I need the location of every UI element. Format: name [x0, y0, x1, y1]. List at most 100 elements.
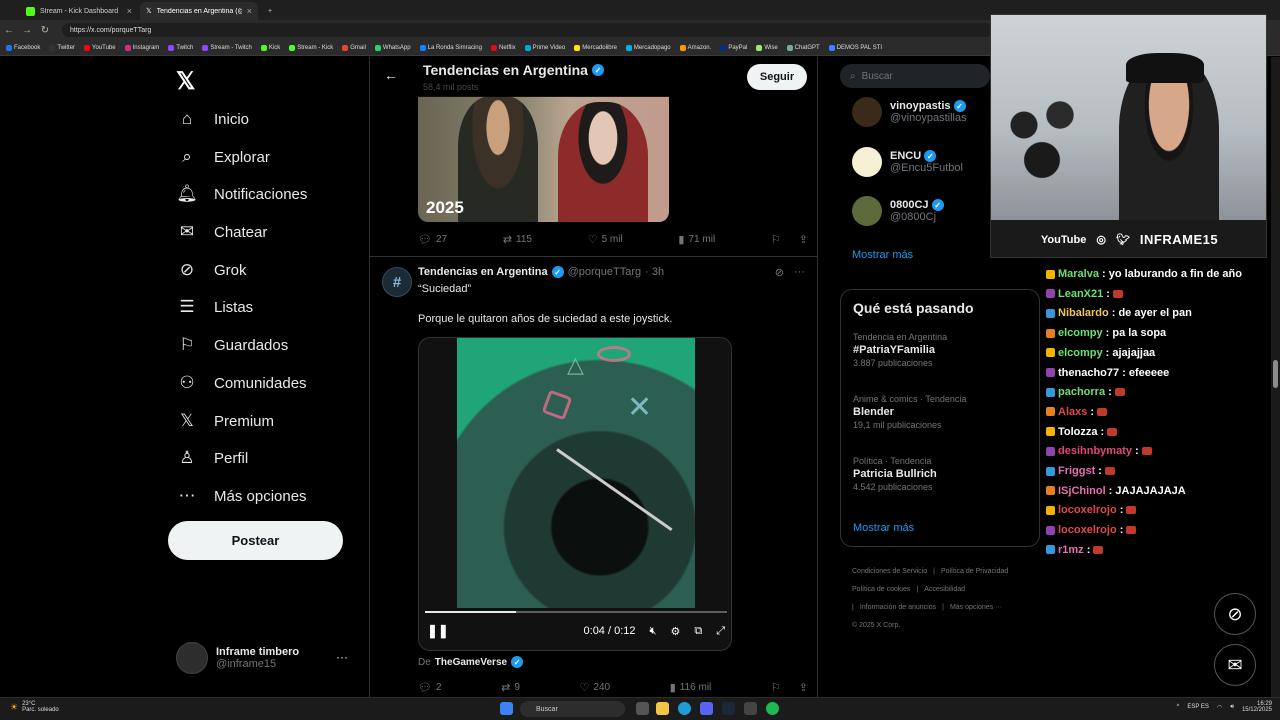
bookmark-item[interactable]: Mercadopago: [625, 44, 671, 51]
bookmark-item[interactable]: ChatGPT: [786, 44, 820, 51]
nav-item-chatear[interactable]: ✉ Chatear: [176, 222, 268, 242]
bookmark-item[interactable]: Amazon.: [679, 44, 711, 51]
forward-icon[interactable]: →: [18, 25, 36, 36]
discord-icon[interactable]: [700, 702, 713, 715]
trend-item[interactable]: Tendencia en Argentina #PatriaYFamilia 3.8…: [853, 332, 947, 368]
bookmark-item[interactable]: La Ronda Simracing: [419, 44, 482, 51]
chat-username[interactable]: pachorra: [1058, 386, 1105, 398]
chat-username[interactable]: Alaxs: [1058, 406, 1087, 418]
back-icon[interactable]: ←: [0, 25, 18, 36]
wifi-icon[interactable]: ◠: [1217, 704, 1222, 711]
views-button[interactable]: ▮ 71 mil: [678, 233, 715, 246]
x-logo-icon[interactable]: 𝕏: [176, 67, 195, 96]
bookmark-button[interactable]: ⚐ ⇪: [771, 233, 808, 246]
search-input[interactable]: ⌕ Buscar: [840, 64, 990, 88]
trends-show-more-link[interactable]: Mostrar más: [853, 522, 914, 534]
clock[interactable]: 16:29 15/12/2025: [1242, 701, 1272, 713]
weather-widget[interactable]: ☀ 23°C Parc. soleado: [10, 701, 59, 713]
chat-username[interactable]: LeanX21: [1058, 288, 1103, 300]
taskbar-search[interactable]: Buscar: [520, 701, 625, 717]
bookmark-item[interactable]: WhatsApp: [374, 44, 411, 51]
chat-username[interactable]: elcompy: [1058, 347, 1103, 359]
follow-button[interactable]: Seguir: [747, 64, 807, 90]
steam-icon[interactable]: [722, 702, 735, 715]
tray-arrow-icon[interactable]: ^: [1177, 704, 1180, 710]
app-icon[interactable]: [744, 702, 757, 715]
scrollbar-thumb[interactable]: [1273, 360, 1278, 388]
close-tab-icon[interactable]: ×: [247, 6, 252, 16]
bookmark-item[interactable]: Prime Video: [524, 44, 565, 51]
nav-item-comunidades[interactable]: ⚇ Comunidades: [176, 373, 306, 393]
views-button[interactable]: ▮ 116 mil: [670, 681, 712, 694]
like-button[interactable]: ♡ 5 mil: [588, 233, 623, 246]
trend-item[interactable]: Anime & comics · Tendencia Blender 19,1 mi…: [853, 394, 966, 430]
chat-username[interactable]: Nibalardo: [1058, 307, 1109, 319]
who-to-follow-item[interactable]: vinoypastis ✓ @vinoypastillas: [852, 97, 967, 127]
bookmark-item[interactable]: YouTube: [84, 44, 116, 51]
footer-link[interactable]: Condiciones de Servicio: [852, 568, 927, 575]
bookmark-item[interactable]: Stream - Kick: [289, 44, 333, 51]
footer-link[interactable]: Política de Privacidad: [941, 568, 1008, 575]
post-button[interactable]: Postear: [168, 521, 343, 560]
settings-icon[interactable]: ⚙: [670, 625, 680, 638]
url-field[interactable]: https://x.com/porqueTTarg: [62, 23, 992, 37]
account-switcher[interactable]: Inframe timbero @inframe15 ···: [176, 642, 356, 674]
post-image[interactable]: 2025: [418, 96, 669, 222]
nav-item-guardados[interactable]: ⚐ Guardados: [176, 335, 288, 355]
more-icon[interactable]: ···: [336, 650, 348, 664]
bookmark-item[interactable]: Facebook: [6, 44, 40, 51]
chat-username[interactable]: ISjChinol: [1058, 485, 1106, 497]
mute-icon[interactable]: 🔇︎: [650, 625, 657, 638]
pip-icon[interactable]: ⧉: [694, 625, 702, 638]
nav-item-perfil[interactable]: ♙ Perfil: [176, 448, 248, 468]
chat-username[interactable]: r1mz: [1058, 544, 1084, 556]
nav-item-grok[interactable]: ⊘ Grok: [176, 260, 247, 280]
messages-floating-button[interactable]: ✉: [1214, 644, 1256, 686]
post-author[interactable]: Tendencias en Argentina ✓ @porqueTTarg · 3h: [418, 266, 664, 278]
bookmark-item[interactable]: Twitter: [49, 44, 75, 51]
share-icon[interactable]: ⇪: [799, 233, 808, 246]
bookmark-item[interactable]: Instagram: [124, 44, 159, 51]
back-arrow-icon[interactable]: ←: [384, 67, 398, 83]
source-link[interactable]: TheGameVerse: [435, 657, 507, 668]
bookmark-item[interactable]: Wise: [756, 44, 778, 51]
footer-link[interactable]: Accesibilidad: [924, 586, 965, 593]
pause-icon[interactable]: ❚❚: [427, 623, 449, 639]
grok-icon[interactable]: ⊘: [775, 266, 784, 279]
who-to-follow-item[interactable]: 0800CJ ✓ @0800Cj: [852, 196, 944, 226]
footer-link[interactable]: Política de cookies: [852, 586, 910, 593]
reply-button[interactable]: 💬︎ 2: [418, 681, 442, 694]
explorer-icon[interactable]: [656, 702, 669, 715]
lang-indicator[interactable]: ESP ES: [1187, 704, 1209, 710]
repost-button[interactable]: ⇄ 115: [503, 233, 532, 246]
footer-link[interactable]: Más opciones ···: [950, 604, 1002, 611]
bookmark-item[interactable]: Twitch: [168, 44, 193, 51]
bookmark-item[interactable]: Gmail: [342, 44, 366, 51]
page-scrollbar[interactable]: [1271, 57, 1280, 697]
bookmark-item[interactable]: PayPal: [720, 44, 747, 51]
chat-username[interactable]: Friggst: [1058, 465, 1095, 477]
nav-item-más-opciones[interactable]: ⋯ Más opciones: [176, 486, 307, 506]
taskview-icon[interactable]: [636, 702, 649, 715]
volume-icon[interactable]: 🔊︎: [1230, 704, 1234, 711]
video-progress-bar[interactable]: [425, 611, 727, 613]
close-tab-icon[interactable]: ×: [127, 6, 132, 16]
nav-item-explorar[interactable]: ⌕ Explorar: [176, 147, 270, 167]
reply-button[interactable]: 💬︎ 27: [418, 233, 447, 246]
nav-item-inicio[interactable]: ⌂ Inicio: [176, 109, 249, 129]
bookmark-item[interactable]: Mercadolibre: [574, 44, 617, 51]
chat-username[interactable]: desihnbymaty: [1058, 445, 1132, 457]
reload-icon[interactable]: ↻: [36, 25, 54, 36]
who-to-follow-item[interactable]: ENCU ✓ @Encu5Futbol: [852, 147, 963, 177]
like-button[interactable]: ♡ 240: [580, 681, 611, 694]
repost-button[interactable]: ⇄ 9: [501, 681, 520, 694]
start-icon[interactable]: [500, 702, 513, 715]
nav-item-listas[interactable]: ☰ Listas: [176, 297, 253, 317]
bookmark-item[interactable]: DEMOS PAL STI: [828, 44, 882, 51]
chat-username[interactable]: locoxelrojo: [1058, 504, 1117, 516]
footer-link[interactable]: Información de anuncios: [860, 604, 936, 611]
chat-username[interactable]: Tolozza: [1058, 426, 1098, 438]
bookmark-item[interactable]: Netflix: [490, 44, 516, 51]
footer-link[interactable]: © 2025 X Corp.: [852, 622, 900, 629]
bookmark-button[interactable]: ⚐ ⇪: [771, 681, 808, 694]
